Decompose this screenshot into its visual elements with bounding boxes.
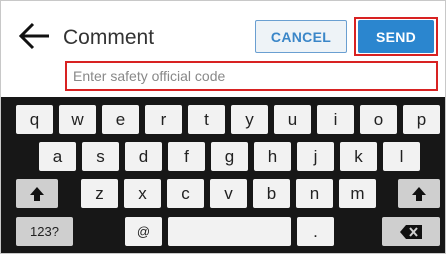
key-o[interactable]: o bbox=[360, 105, 397, 134]
key-y[interactable]: y bbox=[231, 105, 268, 134]
space-bar[interactable] bbox=[168, 217, 291, 246]
key-n[interactable]: n bbox=[296, 179, 333, 208]
key-c[interactable]: c bbox=[167, 179, 204, 208]
comment-screen: Comment CANCEL SEND Enter safety officia… bbox=[0, 0, 446, 254]
key-z[interactable]: z bbox=[81, 179, 118, 208]
key-p[interactable]: p bbox=[403, 105, 440, 134]
key-v[interactable]: v bbox=[210, 179, 247, 208]
shift-key[interactable] bbox=[16, 179, 58, 208]
key-t[interactable]: t bbox=[188, 105, 225, 134]
key-s[interactable]: s bbox=[82, 142, 119, 171]
back-arrow-icon[interactable] bbox=[17, 21, 51, 51]
key-m[interactable]: m bbox=[339, 179, 376, 208]
key-a[interactable]: a bbox=[39, 142, 76, 171]
shift-key-right[interactable] bbox=[398, 179, 440, 208]
page-title: Comment bbox=[63, 26, 155, 49]
key-b[interactable]: b bbox=[253, 179, 290, 208]
on-screen-keyboard: q w e r t y u i o p a s d f g h j k l z … bbox=[1, 97, 445, 253]
key-l[interactable]: l bbox=[383, 142, 420, 171]
send-button[interactable]: SEND bbox=[358, 20, 434, 53]
cancel-button[interactable]: CANCEL bbox=[255, 20, 347, 53]
key-u[interactable]: u bbox=[274, 105, 311, 134]
period-key[interactable]: . bbox=[297, 217, 334, 246]
numbers-key[interactable]: 123? bbox=[16, 217, 73, 246]
key-d[interactable]: d bbox=[125, 142, 162, 171]
key-j[interactable]: j bbox=[297, 142, 334, 171]
comment-header: Comment CANCEL SEND Enter safety officia… bbox=[1, 1, 445, 95]
backspace-key[interactable] bbox=[382, 217, 440, 246]
key-h[interactable]: h bbox=[254, 142, 291, 171]
shift-right-icon bbox=[412, 186, 426, 201]
key-w[interactable]: w bbox=[59, 105, 96, 134]
key-q[interactable]: q bbox=[16, 105, 53, 134]
key-f[interactable]: f bbox=[168, 142, 205, 171]
key-k[interactable]: k bbox=[340, 142, 377, 171]
key-g[interactable]: g bbox=[211, 142, 248, 171]
key-x[interactable]: x bbox=[124, 179, 161, 208]
key-r[interactable]: r bbox=[145, 105, 182, 134]
key-i[interactable]: i bbox=[317, 105, 354, 134]
at-key[interactable]: @ bbox=[125, 217, 162, 246]
safety-code-input[interactable]: Enter safety official code bbox=[65, 61, 438, 91]
key-e[interactable]: e bbox=[102, 105, 139, 134]
backspace-icon bbox=[400, 224, 422, 239]
shift-left-icon bbox=[30, 186, 44, 201]
